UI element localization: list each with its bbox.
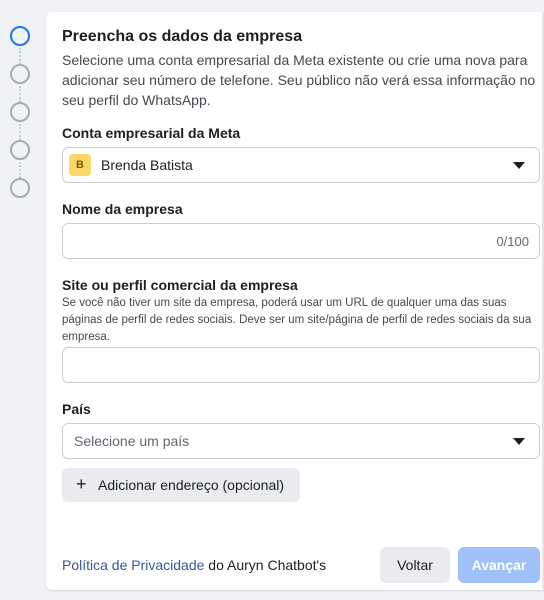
meta-account-select[interactable]: B Brenda Batista — [62, 147, 540, 183]
company-name-input[interactable]: 0/100 — [62, 223, 540, 259]
website-label: Site ou perfil comercial da empresa — [62, 277, 298, 293]
country-label: País — [62, 401, 91, 417]
step-4-icon — [10, 140, 30, 160]
website-help-text: Se você não tiver um site da empresa, po… — [62, 297, 532, 343]
character-counter: 0/100 — [496, 234, 529, 249]
caret-down-icon — [513, 438, 525, 445]
step-2-icon — [10, 64, 30, 84]
page-title: Preencha os dados da empresa — [62, 28, 303, 45]
step-connector — [19, 86, 21, 102]
step-connector — [19, 48, 21, 64]
add-address-button[interactable]: + Adicionar endereço (opcional) — [62, 468, 300, 502]
business-details-card: Preencha os dados da empresa Selecione u… — [46, 12, 544, 590]
add-address-label: Adicionar endereço (opcional) — [98, 477, 284, 493]
business-avatar-icon: B — [69, 154, 91, 176]
page-subtitle: Selecione uma conta empresarial da Meta … — [62, 52, 536, 108]
step-connector — [19, 162, 21, 178]
next-button[interactable]: Avançar — [458, 547, 540, 583]
back-button[interactable]: Voltar — [380, 547, 450, 583]
privacy-policy-text: Política de Privacidade do Auryn Chatbot… — [62, 557, 326, 573]
progress-stepper — [0, 12, 40, 600]
step-1-current-icon — [10, 26, 30, 46]
step-3-icon — [10, 102, 30, 122]
website-input[interactable] — [62, 347, 540, 383]
company-name-label: Nome da empresa — [62, 201, 183, 217]
step-5-icon — [10, 178, 30, 198]
meta-account-selected-value: Brenda Batista — [101, 157, 193, 173]
privacy-policy-suffix: do Auryn Chatbot's — [204, 557, 327, 573]
caret-down-icon — [513, 162, 525, 169]
privacy-policy-link[interactable]: Política de Privacidade — [62, 557, 204, 573]
country-placeholder: Selecione um país — [74, 433, 190, 449]
step-connector — [19, 124, 21, 140]
country-select[interactable]: Selecione um país — [62, 423, 540, 459]
plus-icon: + — [76, 474, 87, 494]
meta-account-label: Conta empresarial da Meta — [62, 125, 241, 141]
